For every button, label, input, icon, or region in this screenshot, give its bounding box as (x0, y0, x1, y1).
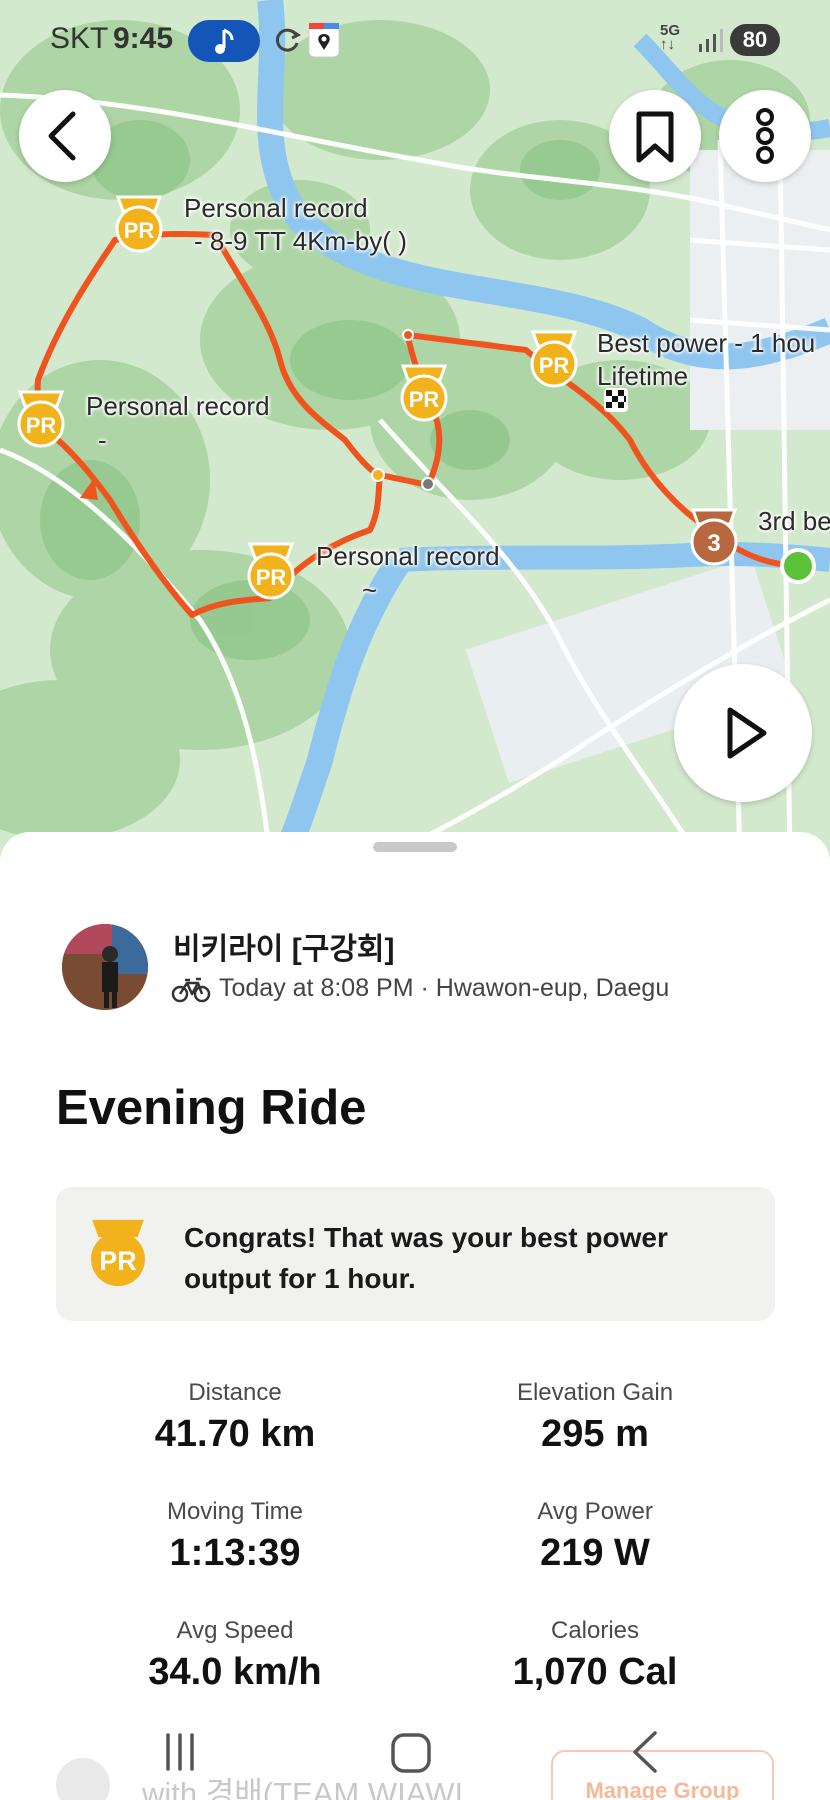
maps-app-icon (308, 22, 340, 58)
achievement-text: Congrats! That was your best power outpu… (184, 1222, 668, 1294)
stat-value: 1:13:39 (169, 1532, 301, 1574)
bronze-medal-icon[interactable]: 3 (685, 506, 743, 568)
more-options-button[interactable] (719, 90, 811, 182)
recent-apps-icon[interactable] (150, 1723, 210, 1783)
bookmark-icon (636, 111, 674, 163)
play-flyover-button[interactable] (674, 664, 812, 802)
stat-moving-time: Moving Time 1:13:39 (85, 1497, 385, 1577)
stat-value: 41.70 km (154, 1413, 316, 1455)
back-nav-icon[interactable] (615, 1723, 675, 1783)
avatar[interactable] (62, 924, 148, 1010)
bookmark-button[interactable] (609, 90, 701, 182)
stat-distance: Distance 41.70 km (85, 1378, 385, 1458)
stat-avg-speed: Avg Speed 34.0 km/h (85, 1616, 385, 1696)
stat-value: 34.0 km/h (148, 1651, 322, 1693)
stat-value: 219 W (540, 1532, 650, 1574)
activity-meta: Today at 8:08 PM · Hwawon-eup, Daegu (219, 974, 670, 1002)
pr-medal-icon[interactable]: PR (395, 362, 453, 424)
activity-sheet[interactable]: 비키라이 [구강회] Today at 8:08 PM · Hwawon-eup… (0, 832, 830, 1800)
segment-label: Personal record (184, 193, 368, 223)
route-map[interactable]: PR PR PR PR PR 3 Personal record - 8-9 T… (0, 0, 830, 860)
stat-label: Elevation Gain (516, 1379, 674, 1406)
music-icon (188, 20, 260, 62)
carrier-label: SKT (50, 22, 109, 55)
pr-badge-text: PR (124, 218, 155, 243)
segment-label: - 8-9 TT 4Km-by( ) (194, 226, 407, 256)
play-icon (727, 707, 767, 759)
pr-badge-text: PR (409, 387, 440, 412)
bicycle-icon (171, 977, 211, 1003)
pr-medal-icon[interactable]: PR (110, 193, 168, 255)
stat-label: Avg Power (537, 1498, 653, 1525)
home-icon[interactable] (381, 1723, 441, 1783)
pr-badge-text: PR (539, 353, 570, 378)
stat-calories: Calories 1,070 Cal (445, 1616, 745, 1696)
segment-label: Personal record (86, 391, 270, 421)
athlete-name[interactable]: 비키라이 [구강회] (173, 924, 395, 968)
stat-avg-power: Avg Power 219 W (445, 1497, 745, 1577)
back-button[interactable] (19, 90, 111, 182)
signal-icon (699, 29, 723, 52)
chevron-left-icon (48, 111, 76, 161)
pr-badge-text: PR (256, 565, 287, 590)
medal-rank: 3 (707, 530, 720, 557)
segment-label: Personal record (316, 541, 500, 571)
clock: 9:45 (113, 22, 174, 55)
sheet-drag-handle[interactable] (373, 842, 457, 852)
stat-value: 295 m (541, 1413, 649, 1455)
stat-label: Avg Speed (176, 1617, 294, 1644)
stat-label: Distance (188, 1379, 282, 1406)
stat-label: Moving Time (166, 1498, 304, 1525)
sync-icon (275, 28, 301, 52)
status-bar: SKT 9:45 5G ↑↓ 80 (0, 0, 830, 82)
pr-medal-icon[interactable]: PR (525, 328, 583, 390)
pr-medal-icon[interactable]: PR (12, 388, 70, 450)
stat-value: 1,070 Cal (512, 1651, 678, 1693)
segment-label: Lifetime (597, 361, 689, 391)
segment-label: ~ (362, 575, 378, 605)
segment-label: - (98, 425, 107, 455)
more-vertical-icon (756, 108, 774, 164)
system-navigation-bar (0, 1715, 830, 1800)
pr-medal-icon: PR (91, 1219, 145, 1287)
segment-label: Best power - 1 hou (597, 328, 816, 358)
stat-label: Calories (550, 1617, 640, 1644)
stat-elevation-gain: Elevation Gain 295 m (445, 1378, 745, 1458)
battery-indicator: 80 (730, 24, 780, 56)
activity-title: Evening Ride (56, 1081, 367, 1135)
segment-label: 3rd be (758, 506, 830, 536)
pr-badge-text: PR (26, 413, 57, 438)
pr-badge-text: PR (99, 1246, 136, 1276)
pr-medal-icon[interactable]: PR (242, 540, 300, 602)
network-indicator: 5G ↑↓ (660, 22, 681, 53)
achievement-banner[interactable]: PR Congrats! That was your best power ou… (56, 1187, 775, 1321)
